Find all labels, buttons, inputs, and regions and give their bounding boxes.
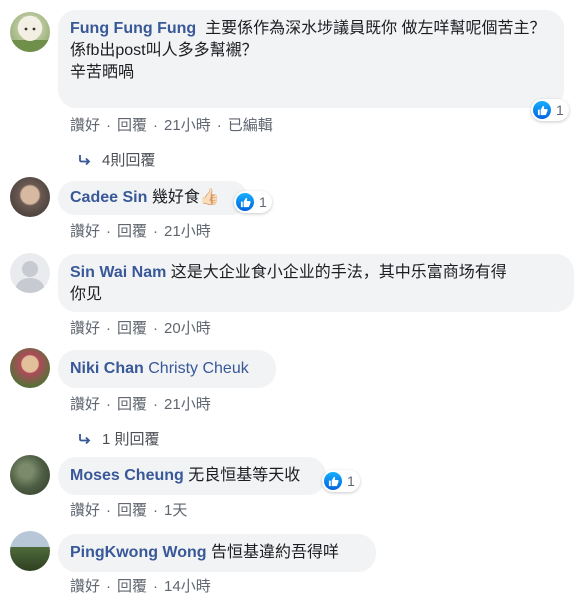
separator: · <box>106 578 112 595</box>
reply-arrow-icon <box>79 433 91 444</box>
view-replies-link[interactable]: 1 則回覆 <box>78 428 160 449</box>
timestamp[interactable]: 21小時 <box>164 393 211 414</box>
comment-text-line1: 主要係作為深水埗議員既你 做左咩幫呢個苦主？ <box>205 20 546 37</box>
like-link[interactable]: 讚好 <box>70 317 100 338</box>
timestamp[interactable]: 21小時 <box>164 220 211 241</box>
separator: · <box>106 502 112 519</box>
comment-author[interactable]: Fung Fung Fung <box>70 20 196 37</box>
comment-actions: 讚好 · 回覆 · 20小時 <box>70 317 211 338</box>
avatar[interactable] <box>10 253 50 293</box>
separator: · <box>106 223 112 240</box>
reaction-number: 1 <box>556 102 564 118</box>
like-link[interactable]: 讚好 <box>70 114 100 135</box>
separator: · <box>216 117 222 134</box>
reaction-number: 1 <box>259 194 267 210</box>
comment-text: 告恒基違約吾得咩 <box>211 544 340 561</box>
replies-count: 4則回覆 <box>102 152 156 169</box>
comment-text-line2: 你见 <box>70 286 103 303</box>
timestamp[interactable]: 1天 <box>164 499 187 520</box>
comment-text-line2: 係fb出post叫人多多幫襯？ <box>70 42 258 59</box>
avatar[interactable] <box>10 455 50 495</box>
comment-text: 幾好食👍🏻 <box>151 189 220 206</box>
separator: · <box>153 117 159 134</box>
separator: · <box>153 502 159 519</box>
timestamp[interactable]: 21小時 <box>164 114 211 135</box>
like-link[interactable]: 讚好 <box>70 393 100 414</box>
separator: · <box>153 320 159 337</box>
like-icon <box>324 472 342 490</box>
separator: · <box>106 320 112 337</box>
like-link[interactable]: 讚好 <box>70 575 100 596</box>
separator: · <box>153 578 159 595</box>
comment-actions: 讚好 · 回覆 · 14小時 <box>70 575 211 596</box>
avatar[interactable] <box>10 177 50 217</box>
tagged-user[interactable]: Christy Cheuk <box>148 360 248 377</box>
comment-actions: 讚好 · 回覆 · 21小時 <box>70 220 211 241</box>
reply-link[interactable]: 回覆 <box>117 317 147 338</box>
reply-link[interactable]: 回覆 <box>117 220 147 241</box>
reaction-count[interactable]: 1 <box>322 470 360 492</box>
comment-bubble: Cadee Sin 幾好食👍🏻 <box>58 181 248 215</box>
comment-author[interactable]: Moses Cheung <box>70 467 184 484</box>
edited-label[interactable]: 已編輯 <box>228 114 273 135</box>
avatar[interactable] <box>10 12 50 52</box>
comment-actions: 讚好 · 回覆 · 21小時 · 已編輯 <box>70 114 273 135</box>
reply-arrow-icon <box>79 154 91 165</box>
comment-text: 这是大企业食小企业的手法，其中乐富商场有得 <box>170 264 507 281</box>
comment-actions: 讚好 · 回覆 · 21小時 <box>70 393 211 414</box>
comment-author[interactable]: Niki Chan <box>70 360 144 377</box>
comment-text-line3: 辛苦晒喎 <box>70 64 135 81</box>
reply-link[interactable]: 回覆 <box>117 114 147 135</box>
separator: · <box>106 396 112 413</box>
comment-author[interactable]: PingKwong Wong <box>70 544 207 561</box>
comment-bubble: PingKwong Wong 告恒基違約吾得咩 <box>58 534 376 572</box>
reply-link[interactable]: 回覆 <box>117 575 147 596</box>
replies-count: 1 則回覆 <box>102 431 160 448</box>
separator: · <box>106 117 112 134</box>
avatar[interactable] <box>10 348 50 388</box>
comment-bubble: Niki Chan Christy Cheuk <box>58 350 276 388</box>
like-icon <box>236 193 254 211</box>
view-replies-link[interactable]: 4則回覆 <box>78 149 155 170</box>
comment-author[interactable]: Cadee Sin <box>70 189 147 206</box>
like-icon <box>533 101 551 119</box>
reaction-number: 1 <box>347 473 355 489</box>
comment-text: 无良恒基等天收 <box>188 467 301 484</box>
reaction-count[interactable]: 1 <box>234 191 272 213</box>
comment-actions: 讚好 · 回覆 · 1天 <box>70 499 187 520</box>
reply-link[interactable]: 回覆 <box>117 393 147 414</box>
comment-bubble: Fung Fung Fung 主要係作為深水埗議員既你 做左咩幫呢個苦主？ 係f… <box>58 10 564 108</box>
comment-text: 主要係作為深水埗議員既你 做左咩幫呢個苦主？ <box>201 20 546 37</box>
timestamp[interactable]: 14小時 <box>164 575 211 596</box>
separator: · <box>153 396 159 413</box>
timestamp[interactable]: 20小時 <box>164 317 211 338</box>
separator: · <box>153 223 159 240</box>
like-link[interactable]: 讚好 <box>70 220 100 241</box>
like-link[interactable]: 讚好 <box>70 499 100 520</box>
comment-bubble: Sin Wai Nam 这是大企业食小企业的手法，其中乐富商场有得 你见 <box>58 254 574 312</box>
reply-link[interactable]: 回覆 <box>117 499 147 520</box>
avatar[interactable] <box>10 531 50 571</box>
reaction-count[interactable]: 1 <box>531 99 569 121</box>
comment-author[interactable]: Sin Wai Nam <box>70 264 166 281</box>
comment-bubble: Moses Cheung 无良恒基等天收 <box>58 457 326 495</box>
